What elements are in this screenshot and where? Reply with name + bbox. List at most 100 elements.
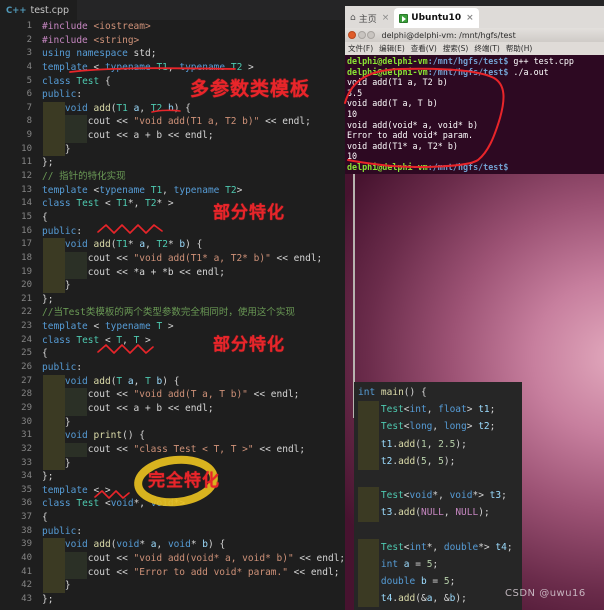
home-icon: ⌂ — [350, 13, 356, 23]
code-line-text: { — [42, 512, 48, 524]
line-number: 3 — [26, 48, 32, 59]
main-code-line[interactable]: int main() { — [354, 384, 522, 401]
terminal-path: :/mnt/hgfs/test$ — [427, 161, 509, 172]
browser-tab-ubuntu10[interactable]: Ubuntu10 × — [394, 8, 479, 28]
code-line-text: void add(T1* a, T2* b) { — [64, 239, 203, 251]
browser-window: ⌂ 主页 × Ubuntu10 × delphi@delphi-vm: /mnt… — [345, 6, 604, 174]
code-line-text: template < > — [42, 484, 111, 496]
main-code-line[interactable]: Test<void*, void*> t3; — [354, 487, 522, 505]
line-number: 43 — [21, 593, 32, 604]
browser-tab-home[interactable]: ⌂ 主页 × — [345, 8, 395, 28]
line-number: 8 — [26, 116, 32, 127]
code-line-text: } — [42, 580, 71, 592]
code-line-text: class Test { — [42, 75, 111, 87]
terminal-menu-item[interactable]: 搜索(S) — [443, 43, 469, 54]
main-code-line[interactable] — [354, 470, 522, 487]
code-line-text: cout << "void add(T a, T b)" << endl; — [42, 389, 300, 401]
terminal-menu-item[interactable]: 文件(F) — [348, 43, 373, 54]
main-code-line[interactable]: t4.add(&a, &b); — [354, 590, 522, 608]
main-code-line-text: t4.add(&a, &b); — [380, 593, 467, 605]
line-number: 1 — [26, 21, 32, 31]
line-number: 42 — [21, 580, 32, 591]
window-maximize-icon[interactable] — [367, 31, 375, 39]
terminal-output[interactable]: delphi@delphi-vm:/mnt/hgfs/test$ g++ tes… — [345, 55, 604, 174]
code-line-text: cout << "void add(T1* a, T2* b)" << endl… — [42, 252, 323, 264]
line-number: 19 — [21, 266, 32, 277]
main-code-line-text: t3.add(NULL, NULL); — [380, 507, 490, 519]
main-function-code-pane[interactable]: int main() { Test<int, float> t1; Test<l… — [354, 382, 522, 610]
code-line-text: }; — [42, 593, 54, 605]
terminal-output-line: 10 — [347, 108, 358, 119]
line-number: 11 — [21, 157, 32, 168]
main-code-line-text: t1.add(1, 2.5); — [380, 438, 467, 450]
main-code-line[interactable]: Test<int, float> t1; — [354, 401, 522, 419]
code-line-text: class Test < T1*, T2* > — [42, 198, 174, 210]
main-code-line[interactable]: Test<int*, double*> t4; — [354, 538, 522, 556]
code-line-text: #include <string> — [42, 34, 140, 46]
code-line-text: #include <iostream> — [42, 21, 151, 32]
terminal-command: g++ test.cpp — [508, 56, 574, 66]
browser-tab-home-label: 主页 — [358, 14, 377, 25]
code-line-text: void add(void* a, void* b) { — [64, 539, 226, 551]
line-number: 41 — [21, 566, 32, 577]
browser-tab-ubuntu10-label: Ubuntu10 — [411, 13, 462, 23]
line-number: 29 — [21, 402, 32, 413]
line-number: 16 — [21, 225, 32, 236]
line-number: 36 — [21, 498, 32, 509]
code-line-text: class Test < T, T > — [42, 334, 151, 346]
line-number: 13 — [21, 184, 32, 195]
terminal-menu-item[interactable]: 查看(V) — [411, 43, 437, 54]
terminal-output-line: 3.5 — [347, 87, 363, 98]
line-number: 22 — [21, 307, 32, 318]
editor-tab-label: test.cpp — [30, 4, 70, 16]
main-code-line[interactable]: Test<long, long> t2; — [354, 418, 522, 436]
code-line-text: public: — [42, 89, 83, 101]
line-number: 30 — [21, 416, 32, 427]
terminal-host: delphi@delphi-vm — [347, 161, 428, 172]
main-code-line[interactable]: t2.add(5, 5); — [354, 452, 522, 470]
code-line-text: class Test <void*, void*> — [42, 498, 186, 510]
main-code-line[interactable]: t3.add(NULL, NULL); — [354, 504, 522, 522]
code-line-text: cout << a + b << endl; — [42, 402, 214, 414]
line-number: 26 — [21, 362, 32, 373]
line-number: 9 — [26, 130, 32, 141]
main-code-line[interactable]: t1.add(1, 2.5); — [354, 435, 522, 453]
terminal-command: ./a.out — [508, 66, 549, 77]
terminal-output-line: Error to add void* param. — [347, 130, 474, 141]
code-line-text: void add(T a, T b) { — [64, 375, 180, 387]
code-line-text: }; — [42, 293, 54, 305]
line-number: 31 — [21, 430, 32, 441]
main-code-line[interactable]: double b = 5; — [354, 573, 522, 591]
code-line-text: }; — [42, 471, 54, 483]
terminal-title-bar: delphi@delphi-vm: /mnt/hgfs/test — [345, 28, 604, 42]
line-number: 14 — [21, 198, 32, 209]
code-line-text: public: — [42, 225, 83, 237]
code-line-text: { — [42, 211, 48, 223]
line-number: 35 — [21, 484, 32, 495]
terminal-menu-item[interactable]: 终端(T) — [474, 43, 499, 54]
editor-tab-test-cpp[interactable]: C++ test.cpp — [0, 0, 78, 20]
window-close-icon[interactable] — [348, 31, 356, 39]
line-number: 40 — [21, 552, 32, 563]
terminal-path: :/mnt/hgfs/test$ — [427, 66, 509, 77]
close-icon[interactable]: × — [466, 13, 474, 23]
line-number: 37 — [21, 512, 32, 523]
code-line-text: cout << a + b << endl; — [42, 130, 214, 142]
code-line-text: cout << *a + *b << endl; — [42, 266, 226, 278]
line-number: 15 — [21, 211, 32, 222]
close-icon[interactable]: × — [382, 13, 390, 23]
main-code-line[interactable] — [354, 522, 522, 539]
code-line-text: //当Test类模板的两个类型参数完全相同时，使用这个实现 — [42, 307, 295, 319]
line-number: 17 — [21, 239, 32, 250]
code-line-text: cout << "void add(T1 a, T2 b)" << endl; — [42, 116, 311, 128]
code-line-text: cout << "void add(void* a, void* b)" << … — [42, 552, 346, 564]
terminal-menu-item[interactable]: 编辑(E) — [379, 43, 405, 54]
line-number: 23 — [21, 321, 32, 332]
terminal-output-line: void add(T a, T b) — [347, 98, 438, 109]
terminal-menu-item[interactable]: 帮助(H) — [506, 43, 533, 54]
watermark: CSDN @uwu16 — [505, 588, 586, 599]
terminal-menu-bar[interactable]: 文件(F) 编辑(E) 查看(V) 搜索(S) 终端(T) 帮助(H) — [345, 42, 604, 55]
window-minimize-icon[interactable] — [357, 31, 366, 39]
main-code-line[interactable]: int a = 5; — [354, 555, 522, 574]
code-line-text: } — [42, 457, 71, 469]
